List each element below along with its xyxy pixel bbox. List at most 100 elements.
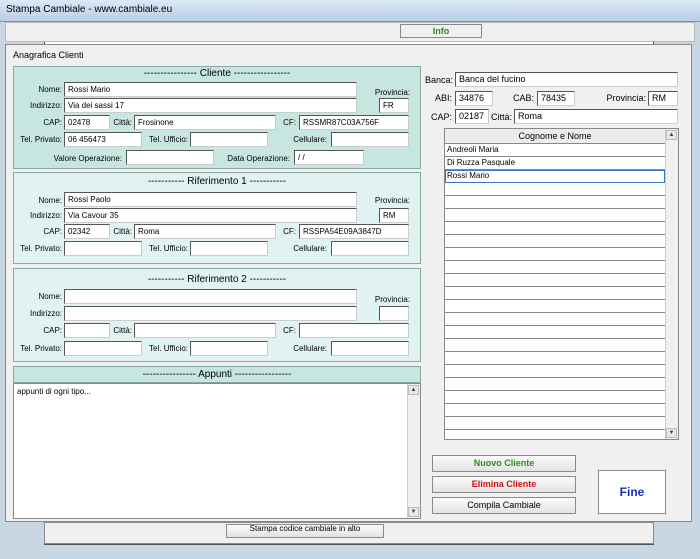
cliente-tel-ufficio-label: Tel. Ufficio: bbox=[149, 135, 188, 144]
rif1-provincia-field[interactable]: RM bbox=[379, 208, 409, 223]
list-item[interactable] bbox=[445, 326, 665, 339]
clients-list-header[interactable]: Cognome e Nome bbox=[445, 129, 665, 144]
list-item[interactable] bbox=[445, 222, 665, 235]
appunti-title: ---------------- Appunti ---------------… bbox=[142, 369, 292, 380]
list-item[interactable]: Rossi Mario bbox=[445, 170, 665, 183]
appunti-textarea[interactable]: appunti di ogni tipo... bbox=[13, 383, 421, 519]
rif1-indirizzo-field[interactable]: Via Cavour 35 bbox=[64, 208, 357, 223]
rif2-cf-label: CF: bbox=[283, 326, 296, 335]
rif1-indirizzo-label: Indirizzo: bbox=[29, 211, 62, 220]
data-operazione-label: Data Operazione: bbox=[227, 154, 290, 163]
rif2-cf-field[interactable] bbox=[299, 323, 409, 338]
cliente-tel-ufficio-field[interactable] bbox=[190, 132, 268, 147]
clients-list[interactable]: Cognome e Nome Andreoli Maria Di Ruzza Pa… bbox=[444, 128, 679, 440]
appunti-scroll-up-icon[interactable]: ▲ bbox=[408, 385, 419, 395]
clients-scroll-up-icon[interactable]: ▲ bbox=[666, 130, 677, 140]
abi-field[interactable]: 34876 bbox=[455, 91, 493, 106]
compila-cambiale-button[interactable]: Compila Cambiale bbox=[432, 497, 576, 514]
banca-field[interactable]: Banca del fucino bbox=[455, 72, 678, 87]
rif1-nome-label: Nome: bbox=[38, 196, 62, 205]
cliente-citta-field[interactable]: Frosinone bbox=[134, 115, 276, 130]
rif1-citta-label: Città: bbox=[113, 227, 132, 236]
rif1-tel-ufficio-label: Tel. Ufficio: bbox=[149, 244, 188, 253]
appunti-scroll-down-icon[interactable]: ▼ bbox=[408, 507, 419, 517]
rif2-cap-field[interactable] bbox=[64, 323, 110, 338]
banca-cap-label: CAP: bbox=[430, 112, 452, 122]
cliente-citta-label: Città: bbox=[113, 118, 132, 127]
elimina-cliente-button[interactable]: Elimina Cliente bbox=[432, 476, 576, 493]
abi-label: ABI: bbox=[434, 93, 452, 103]
cliente-cf-field[interactable]: RSSMR87C03A756F bbox=[299, 115, 409, 130]
rif1-cellulare-field[interactable] bbox=[331, 241, 409, 256]
cliente-provincia-field[interactable]: FR bbox=[379, 98, 409, 113]
rif1-tel-privato-field[interactable] bbox=[64, 241, 142, 256]
rif2-cellulare-field[interactable] bbox=[331, 341, 409, 356]
rif1-provincia-label: Provincia: bbox=[374, 196, 410, 205]
stampa-codice-button[interactable]: Stampa codice cambiale in alto bbox=[226, 524, 384, 538]
cliente-cap-field[interactable]: 02478 bbox=[64, 115, 110, 130]
rif1-cap-field[interactable]: 02342 bbox=[64, 224, 110, 239]
cliente-cf-label: CF: bbox=[283, 118, 296, 127]
banca-cap-field[interactable]: 02187 bbox=[455, 109, 489, 124]
list-item[interactable] bbox=[445, 365, 665, 378]
cliente-tel-privato-field[interactable]: 06 456473 bbox=[64, 132, 142, 147]
rif2-nome-field[interactable] bbox=[64, 289, 357, 304]
list-item[interactable] bbox=[445, 313, 665, 326]
window-title: Stampa Cambiale - www.cambiale.eu bbox=[6, 4, 173, 15]
cliente-indirizzo-field[interactable]: Via dei sassi 17 bbox=[64, 98, 357, 113]
rif1-tel-ufficio-field[interactable] bbox=[190, 241, 268, 256]
list-item[interactable] bbox=[445, 417, 665, 430]
panel-title: Anagrafica Clienti bbox=[13, 50, 84, 60]
list-item[interactable] bbox=[445, 274, 665, 287]
list-item[interactable] bbox=[445, 404, 665, 417]
rif1-cf-field[interactable]: RSSPA54E09A3847D bbox=[299, 224, 409, 239]
list-item[interactable] bbox=[445, 378, 665, 391]
rif1-cf-label: CF: bbox=[283, 227, 296, 236]
clients-list-scrollbar[interactable] bbox=[665, 129, 678, 439]
cliente-cellulare-label: Cellulare: bbox=[293, 135, 327, 144]
rif2-cap-label: CAP: bbox=[43, 326, 62, 335]
tab-info[interactable]: Info bbox=[400, 24, 482, 38]
list-item[interactable] bbox=[445, 248, 665, 261]
list-item[interactable] bbox=[445, 209, 665, 222]
clients-scroll-down-icon[interactable]: ▼ bbox=[666, 428, 677, 438]
rif1-cellulare-label: Cellulare: bbox=[293, 244, 327, 253]
cliente-cap-label: CAP: bbox=[43, 118, 62, 127]
valore-operazione-field[interactable] bbox=[126, 150, 214, 165]
banca-citta-field[interactable]: Roma bbox=[514, 109, 678, 124]
rif2-tel-privato-field[interactable] bbox=[64, 341, 142, 356]
list-item[interactable] bbox=[445, 196, 665, 209]
list-item[interactable]: Andreoli Maria bbox=[445, 144, 665, 157]
list-item[interactable] bbox=[445, 339, 665, 352]
list-item[interactable] bbox=[445, 183, 665, 196]
rif1-citta-field[interactable]: Roma bbox=[134, 224, 276, 239]
list-item[interactable]: Di Ruzza Pasquale bbox=[445, 157, 665, 170]
nuovo-cliente-button[interactable]: Nuovo Cliente bbox=[432, 455, 576, 472]
list-item[interactable] bbox=[445, 235, 665, 248]
rif1-nome-field[interactable]: Rossi Paolo bbox=[64, 192, 357, 207]
fine-button[interactable]: Fine bbox=[598, 470, 666, 514]
banca-citta-label: Città: bbox=[490, 112, 512, 122]
appunti-scrollbar[interactable] bbox=[407, 384, 420, 518]
rif2-nome-label: Nome: bbox=[38, 292, 62, 301]
cliente-nome-field[interactable]: Rossi Mario bbox=[64, 82, 357, 97]
rif2-tel-ufficio-label: Tel. Ufficio: bbox=[149, 344, 188, 353]
cab-field[interactable]: 78435 bbox=[537, 91, 575, 106]
banca-provincia-label: Provincia: bbox=[606, 93, 646, 103]
list-item[interactable] bbox=[445, 300, 665, 313]
data-operazione-field[interactable]: / / bbox=[294, 150, 364, 165]
cliente-tel-privato-label: Tel. Privato: bbox=[20, 135, 62, 144]
banca-provincia-field[interactable]: RM bbox=[648, 91, 678, 106]
cliente-provincia-label: Provincia: bbox=[374, 88, 410, 97]
list-item[interactable] bbox=[445, 352, 665, 365]
list-item[interactable] bbox=[445, 391, 665, 404]
rif2-citta-field[interactable] bbox=[134, 323, 276, 338]
rif2-provincia-field[interactable] bbox=[379, 306, 409, 321]
cliente-indirizzo-label: Indirizzo: bbox=[29, 101, 62, 110]
rif2-indirizzo-field[interactable] bbox=[64, 306, 357, 321]
rif2-tel-ufficio-field[interactable] bbox=[190, 341, 268, 356]
rif1-tel-privato-label: Tel. Privato: bbox=[20, 244, 62, 253]
cliente-cellulare-field[interactable] bbox=[331, 132, 409, 147]
list-item[interactable] bbox=[445, 261, 665, 274]
list-item[interactable] bbox=[445, 287, 665, 300]
